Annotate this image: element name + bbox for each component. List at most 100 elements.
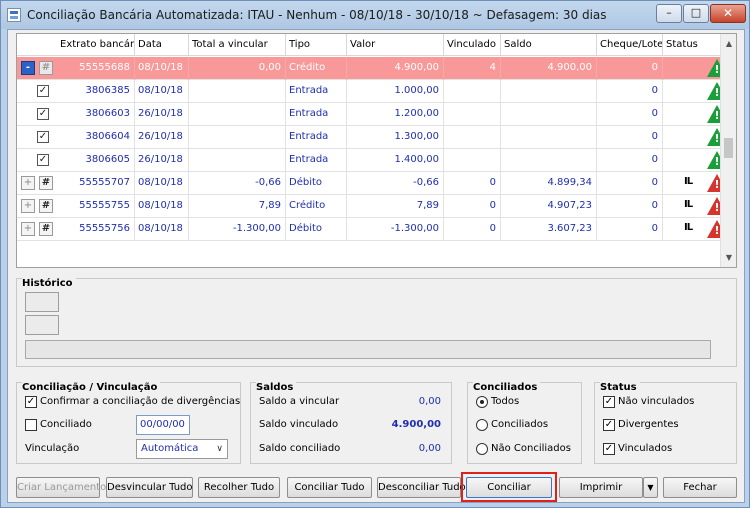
row-checkbox[interactable]: ✓: [37, 154, 49, 166]
col-extrato[interactable]: Extrato bancário: [57, 34, 135, 56]
scroll-up-icon[interactable]: ▲: [721, 36, 736, 52]
historico-field-2[interactable]: [25, 315, 59, 335]
divergentes-checkbox[interactable]: ✓: [603, 419, 615, 431]
table-row[interactable]: + #55555756 08/10/18 -1.300,00 Débito -1.300,…: [17, 218, 727, 241]
table-row[interactable]: ✓ 3806603 26/10/18 Entrada 1.200,00 0!: [17, 103, 727, 126]
maximize-button[interactable]: □: [683, 4, 709, 23]
historico-group: Histórico: [16, 278, 737, 367]
hash-icon[interactable]: #: [39, 199, 53, 213]
conciliado-checkbox[interactable]: [25, 419, 37, 431]
todos-radio[interactable]: [476, 396, 488, 408]
row-checkbox[interactable]: ✓: [37, 85, 49, 97]
expand-icon[interactable]: +: [21, 176, 35, 190]
nao-conciliados-radio[interactable]: [476, 443, 488, 455]
historico-text-field[interactable]: [25, 340, 711, 359]
vinculados-checkbox[interactable]: ✓: [603, 443, 615, 455]
nao-conciliados-label: Não Conciliados: [491, 443, 571, 454]
cell-valor: 1.000,00: [347, 80, 444, 103]
hash-icon[interactable]: #: [39, 222, 53, 236]
cell-data: 26/10/18: [135, 126, 189, 149]
col-data[interactable]: Data: [135, 34, 189, 56]
nao-vinculados-checkbox[interactable]: ✓: [603, 396, 615, 408]
conciliar-highlight: [461, 472, 557, 502]
conciliacao-group: Conciliação / Vinculação ✓ Confirmar a c…: [16, 382, 241, 464]
criar-lancamento-button[interactable]: Criar Lançamento: [16, 477, 106, 498]
historico-field-1[interactable]: [25, 292, 59, 312]
saldo-vinculado-label: Saldo vinculado: [259, 419, 339, 430]
cell-tipo: Entrada: [286, 149, 347, 172]
cell-tipo: Entrada: [286, 126, 347, 149]
scroll-down-icon[interactable]: ▼: [721, 250, 736, 266]
collapse-icon[interactable]: -: [21, 61, 35, 75]
vinculacao-select[interactable]: Automática ∨: [136, 439, 228, 459]
col-valor[interactable]: Valor: [347, 34, 444, 56]
col-status[interactable]: Status: [663, 34, 722, 56]
cell-data: 08/10/18: [135, 57, 189, 80]
vinculados-label: Vinculados: [618, 443, 673, 454]
col-total[interactable]: Total a vincular: [189, 34, 286, 56]
expand-icon[interactable]: +: [21, 199, 35, 213]
conciliar-tudo-button[interactable]: Conciliar Tudo: [287, 477, 372, 498]
cell-saldo: [501, 80, 597, 103]
cell-valor: 1.300,00: [347, 126, 444, 149]
cell-tipo: Crédito: [286, 57, 347, 80]
conciliado-label: Conciliado: [40, 419, 92, 430]
col-cheque[interactable]: Cheque/Lote: [597, 34, 663, 56]
expand-icon[interactable]: +: [21, 222, 35, 236]
minimize-button[interactable]: –: [656, 4, 682, 23]
confirmar-checkbox[interactable]: ✓: [25, 396, 37, 408]
imprimir-button[interactable]: Imprimir: [559, 477, 643, 498]
imprimir-dropdown-icon[interactable]: ▼: [643, 477, 658, 498]
grid-header: Extrato bancário Data Total a vincular T…: [17, 34, 722, 56]
recolher-tudo-button[interactable]: Recolher Tudo: [198, 477, 280, 498]
desvincular-tudo-button[interactable]: Desvincular Tudo: [106, 477, 193, 498]
hash-icon[interactable]: #: [39, 61, 53, 75]
col-vinculado[interactable]: Vinculado: [444, 34, 501, 56]
cell-total: [189, 149, 286, 172]
cell-tipo: Entrada: [286, 80, 347, 103]
conciliado-date-field[interactable]: 00/00/00: [136, 415, 190, 435]
cell-cheque: 0: [597, 126, 663, 149]
cell-saldo: 4.907,23: [501, 195, 597, 218]
hash-icon[interactable]: #: [39, 176, 53, 190]
table-row[interactable]: - #55555688 08/10/18 0,00 Crédito 4.900,00 4 4.…: [17, 57, 727, 80]
cell-data: 08/10/18: [135, 195, 189, 218]
cell-vinculado: 4: [444, 57, 501, 80]
cell-total: 0,00: [189, 57, 286, 80]
cell-extrato: 55555756: [57, 218, 135, 241]
table-row[interactable]: + #55555707 08/10/18 -0,66 Débito -0,66 0 4.899…: [17, 172, 727, 195]
desconciliar-tudo-button[interactable]: Desconciliar Tudo: [377, 477, 466, 498]
table-row[interactable]: ✓ 3806604 26/10/18 Entrada 1.300,00 0!: [17, 126, 727, 149]
cell-vinculado: 0: [444, 218, 501, 241]
cell-extrato: 3806385: [57, 80, 135, 103]
close-button[interactable]: ✕: [710, 4, 746, 23]
conciliados-radio[interactable]: [476, 419, 488, 431]
cell-saldo: [501, 126, 597, 149]
table-row[interactable]: ✓ 3806385 08/10/18 Entrada 1.000,00 0!: [17, 80, 727, 103]
cell-valor: 7,89: [347, 195, 444, 218]
table-row[interactable]: ✓ 3806605 26/10/18 Entrada 1.400,00 0!: [17, 149, 727, 172]
title-bar[interactable]: Conciliação Bancária Automatizada: ITAU …: [1, 1, 749, 29]
fechar-button[interactable]: Fechar: [663, 477, 737, 498]
conciliacao-title: Conciliação / Vinculação: [22, 382, 161, 393]
col-tipo[interactable]: Tipo: [286, 34, 347, 56]
reconciliation-grid[interactable]: Extrato bancário Data Total a vincular T…: [16, 33, 737, 268]
col-saldo[interactable]: Saldo: [501, 34, 597, 56]
cell-cheque: 0: [597, 103, 663, 126]
chevron-down-icon: ∨: [216, 444, 223, 454]
status-group: Status ✓ Não vinculados ✓ Divergentes ✓ …: [594, 382, 737, 464]
saldo-a-vincular-value: 0,00: [418, 396, 441, 407]
grid-scrollbar[interactable]: ▲ ▼: [720, 34, 736, 267]
row-checkbox[interactable]: ✓: [37, 131, 49, 143]
row-checkbox[interactable]: ✓: [37, 108, 49, 120]
cell-data: 08/10/18: [135, 172, 189, 195]
lock-icon: IL: [684, 176, 693, 187]
scroll-thumb[interactable]: [724, 138, 733, 158]
lock-icon: IL: [684, 199, 693, 210]
confirmar-label: Confirmar a conciliação de divergências: [40, 396, 241, 407]
cell-saldo: [501, 149, 597, 172]
cell-tipo: Crédito: [286, 195, 347, 218]
cell-valor: -1.300,00: [347, 218, 444, 241]
table-row[interactable]: + #55555755 08/10/18 7,89 Crédito 7,89 0 4.907,…: [17, 195, 727, 218]
cell-data: 08/10/18: [135, 218, 189, 241]
